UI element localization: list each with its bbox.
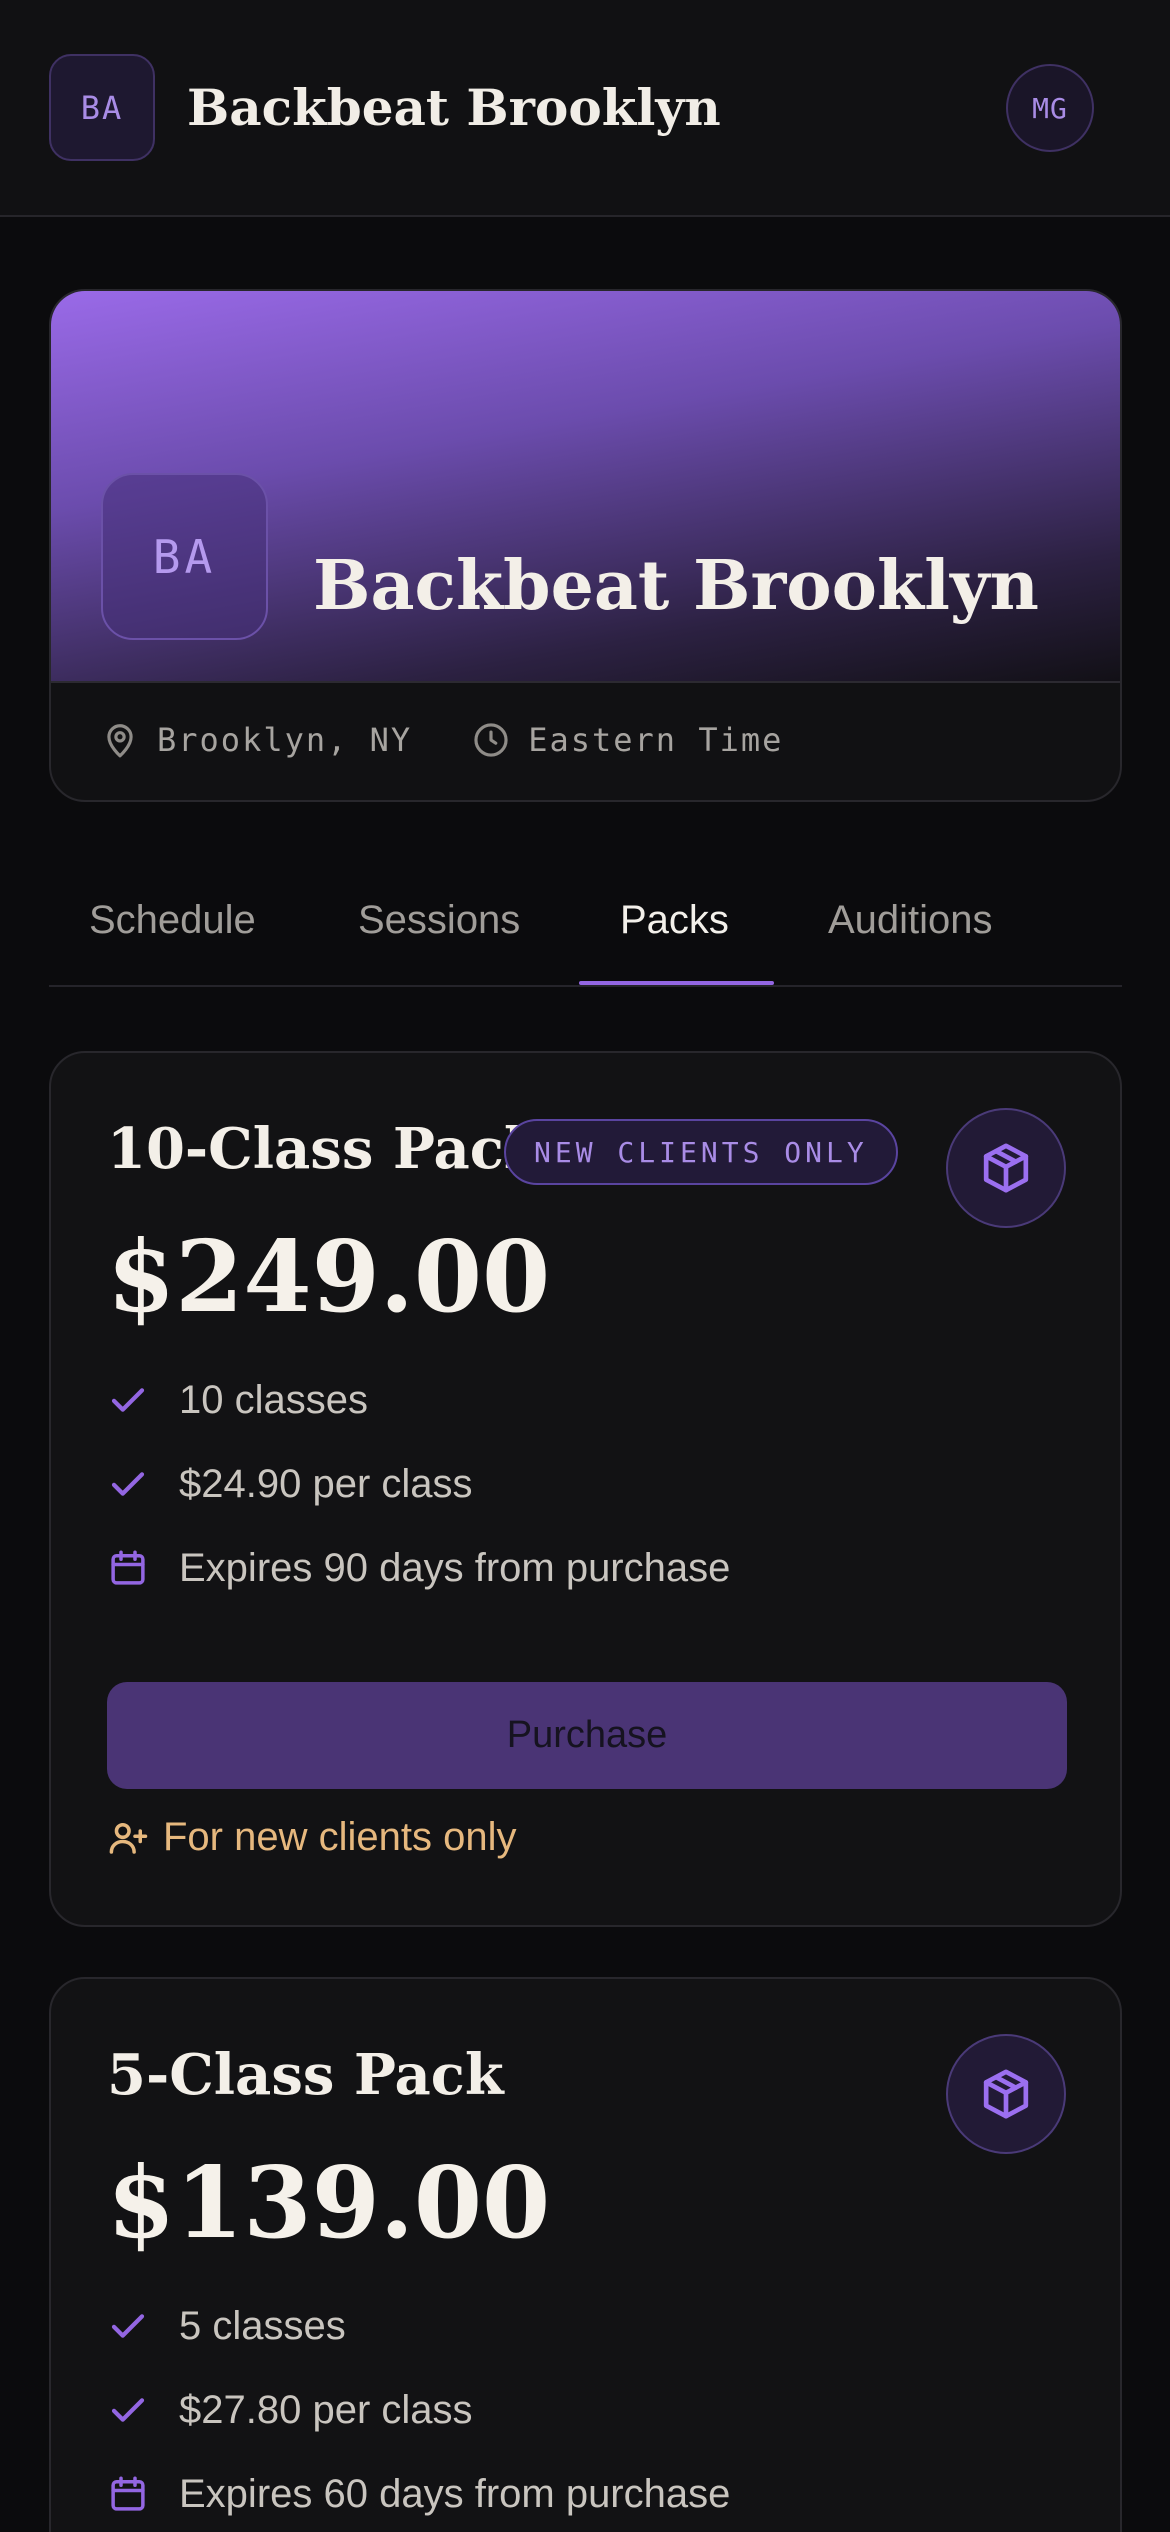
pack-card: 5-Class Pack $139.00 5 classes $27.80 pe… [49,1977,1122,2532]
app-title: Backbeat Brooklyn [187,78,721,137]
calendar-icon [111,2476,145,2511]
user-plus-icon [109,1822,148,1854]
timezone-item: Eastern Time [472,721,783,759]
feature-item: Expires 60 days from purchase [107,2452,730,2532]
location-text: Brooklyn, NY [157,721,413,759]
feature-item: 5 classes [107,2284,730,2368]
pack-price: $249.00 [107,1220,551,1335]
tab-schedule[interactable]: Schedule [89,898,256,943]
tab-auditions[interactable]: Auditions [828,898,993,943]
clock-icon [474,723,508,757]
user-avatar[interactable]: MG [1006,64,1094,152]
hero-meta: Brooklyn, NY Eastern Time [101,721,843,759]
feature-text: Expires 90 days from purchase [179,1545,731,1590]
location-item: Brooklyn, NY [101,721,412,759]
check-icon [111,2314,145,2338]
studio-hero-card: BA Backbeat Brooklyn Brooklyn, NY Easter… [49,289,1122,802]
pack-title: 10-Class Pack [107,1116,543,1182]
feature-item: $27.80 per class [107,2368,730,2452]
check-icon [111,2398,145,2422]
map-pin-icon [107,724,133,758]
restriction-text: For new clients only [163,1815,517,1859]
hero-studio-name: Backbeat Brooklyn [313,546,1039,626]
active-tab-indicator [579,981,774,985]
feature-text: Expires 60 days from purchase [179,2471,731,2516]
studio-badge[interactable]: BA [49,54,155,161]
feature-item: $24.90 per class [107,1442,730,1526]
feature-text: $24.90 per class [179,1461,473,1506]
pack-features: 10 classes $24.90 per class Expires 90 d… [107,1358,730,1610]
pack-price: $139.00 [107,2146,551,2261]
new-clients-badge: NEW CLIENTS ONLY [504,1119,898,1185]
restriction-note: For new clients only [107,1815,516,1860]
top-bar: BA Backbeat Brooklyn MG [0,0,1170,217]
pack-title: 5-Class Pack [107,2042,504,2108]
package-icon [983,1143,1029,1193]
feature-item: 10 classes [107,1358,730,1442]
pack-icon-circle [946,1108,1066,1228]
feature-text: 10 classes [179,1377,368,1422]
timezone-text: Eastern Time [528,721,784,759]
pack-card: 10-Class Pack NEW CLIENTS ONLY $249.00 1… [49,1051,1122,1927]
pack-icon-circle [946,2034,1066,2154]
feature-item: Expires 90 days from purchase [107,1526,730,1610]
feature-text: 5 classes [179,2303,346,2348]
tab-packs[interactable]: Packs [620,898,729,943]
package-icon [983,2069,1029,2119]
check-icon [111,1388,145,1412]
feature-text: $27.80 per class [179,2387,473,2432]
check-icon [111,1472,145,1496]
tab-sessions[interactable]: Sessions [358,898,520,943]
studio-tabs: Schedule Sessions Packs Auditions [49,880,1122,987]
hero-studio-badge: BA [101,473,268,640]
purchase-button[interactable]: Purchase [107,1682,1067,1789]
pack-features: 5 classes $27.80 per class Expires 60 da… [107,2284,730,2532]
calendar-icon [111,1550,145,1585]
